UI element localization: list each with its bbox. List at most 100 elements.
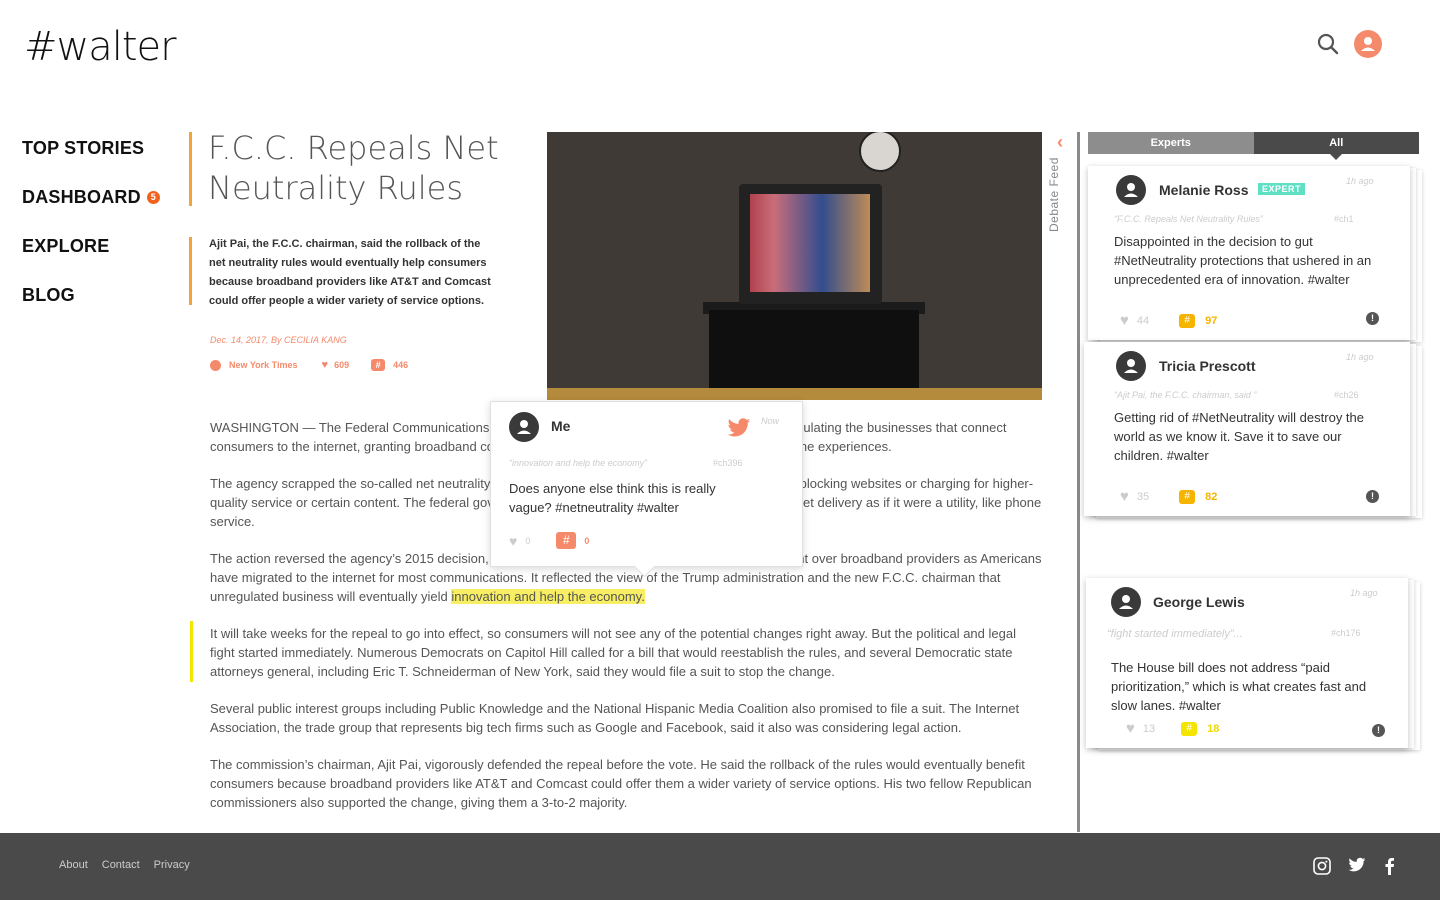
popup-hash-count: 0 bbox=[584, 535, 590, 546]
card-quote: “F.C.C. Repeals Net Neutrality Rules” bbox=[1114, 214, 1263, 224]
app-logo[interactable]: #walter bbox=[24, 24, 177, 70]
feed-card[interactable]: George Lewis 1h ago “fight started immed… bbox=[1086, 578, 1408, 748]
tv-screen bbox=[750, 194, 870, 292]
report-icon[interactable]: ! bbox=[1366, 312, 1379, 325]
card-hash-count: 82 bbox=[1205, 490, 1218, 503]
card-quote: “Ajit Pai, the F.C.C. chairman, said ” bbox=[1114, 390, 1257, 400]
card-actions: ♥ 13 # 18 bbox=[1126, 720, 1219, 737]
twitter-icon[interactable] bbox=[1348, 857, 1368, 875]
user-avatar-icon[interactable] bbox=[1354, 30, 1382, 58]
card-likes: 13 bbox=[1142, 722, 1156, 735]
article-hero-image bbox=[547, 132, 1042, 400]
user-avatar-icon bbox=[509, 412, 539, 442]
card-timestamp: 1h ago bbox=[1350, 588, 1378, 598]
summary-accent-bar bbox=[189, 237, 192, 305]
nav-dashboard[interactable]: DASHBOARD 5 bbox=[22, 185, 160, 209]
search-icon[interactable] bbox=[1316, 32, 1340, 56]
article-title: F.C.C. Repeals Net Neutrality Rules bbox=[208, 129, 499, 207]
paragraph: The commission’s chairman, Ajit Pai, vig… bbox=[210, 757, 1032, 810]
popup-timestamp: Now bbox=[761, 416, 780, 426]
wall-clock bbox=[859, 132, 901, 172]
article-likes: 609 bbox=[334, 360, 350, 370]
main-nav: TOP STORIES DASHBOARD 5 EXPLORE BLOG bbox=[22, 136, 160, 332]
footer-links: About Contact Privacy bbox=[59, 859, 204, 871]
instagram-icon[interactable] bbox=[1313, 857, 1333, 875]
paragraph: Several public interest groups including… bbox=[210, 701, 1020, 735]
nav-blog[interactable]: BLOG bbox=[22, 283, 160, 307]
tab-experts[interactable]: Experts bbox=[1088, 132, 1254, 154]
table-cloth bbox=[709, 310, 919, 400]
card-text: The House bill does not address “paid pr… bbox=[1111, 660, 1367, 713]
article-byline: Dec. 14, 2017, By CECILIA KANG bbox=[210, 335, 347, 345]
globe-icon bbox=[210, 359, 221, 371]
facebook-icon[interactable] bbox=[1383, 857, 1403, 875]
card-channel[interactable]: #ch176 bbox=[1331, 628, 1361, 638]
chevron-left-icon[interactable]: ‹ bbox=[1057, 132, 1063, 153]
article-summary: Ajit Pai, the F.C.C. chairman, said the … bbox=[209, 238, 491, 307]
card-user-name[interactable]: Tricia Prescott bbox=[1159, 358, 1256, 374]
card-timestamp: 1h ago bbox=[1346, 176, 1374, 186]
report-icon[interactable]: ! bbox=[1366, 490, 1379, 503]
card-likes: 35 bbox=[1136, 490, 1150, 503]
nav-top-stories[interactable]: TOP STORIES bbox=[22, 136, 160, 160]
social-icons bbox=[1313, 857, 1418, 875]
paragraph: It will take weeks for the repeal to go … bbox=[210, 626, 1016, 679]
feed-card[interactable]: Tricia Prescott 1h ago “Ajit Pai, the F.… bbox=[1084, 342, 1410, 516]
popup-comment-text: Does anyone else think this is really va… bbox=[509, 481, 716, 515]
popup-channel[interactable]: #ch396 bbox=[713, 458, 743, 468]
card-actions: ♥ 44 # 97 bbox=[1120, 312, 1217, 329]
feed-divider bbox=[1077, 132, 1080, 832]
article-meta: New York Times ♥ 609 # 446 bbox=[210, 359, 408, 371]
highlighted-text[interactable]: innovation and help the economy. bbox=[451, 589, 645, 604]
footer-privacy-link[interactable]: Privacy bbox=[154, 859, 190, 871]
hash-icon[interactable]: # bbox=[1181, 721, 1198, 736]
nav-explore[interactable]: EXPLORE bbox=[22, 234, 160, 258]
card-user-name[interactable]: Melanie Ross bbox=[1159, 182, 1248, 198]
quote-accent-bar bbox=[190, 621, 193, 682]
heart-icon[interactable]: ♥ bbox=[1120, 488, 1129, 505]
card-likes: 44 bbox=[1136, 314, 1150, 327]
article-hashes: 446 bbox=[393, 360, 409, 370]
nav-explore-label: EXPLORE bbox=[22, 235, 110, 256]
footer: About Contact Privacy bbox=[0, 833, 1440, 900]
feed-card[interactable]: Melanie Ross EXPERT 1h ago “F.C.C. Repea… bbox=[1088, 166, 1410, 340]
hash-icon[interactable]: # bbox=[1179, 489, 1196, 504]
hash-icon[interactable]: # bbox=[371, 359, 386, 371]
title-accent-bar bbox=[189, 132, 192, 206]
nav-dashboard-label: DASHBOARD bbox=[22, 186, 141, 207]
twitter-icon[interactable] bbox=[727, 418, 751, 443]
comment-popup[interactable]: Me Now “innovation and help the economy”… bbox=[490, 401, 803, 567]
card-quote: “fight started immediately”... bbox=[1107, 628, 1243, 640]
card-actions: ♥ 35 # 82 bbox=[1120, 488, 1217, 505]
card-channel[interactable]: #ch26 bbox=[1334, 390, 1359, 400]
popup-actions: ♥ 0 # 0 bbox=[509, 532, 589, 549]
notification-badge: 5 bbox=[146, 190, 160, 204]
card-channel[interactable]: #ch1 bbox=[1334, 214, 1354, 224]
heart-icon[interactable]: ♥ bbox=[1126, 720, 1135, 737]
television bbox=[739, 184, 882, 304]
article-source[interactable]: New York Times bbox=[229, 360, 298, 370]
report-icon[interactable]: ! bbox=[1372, 724, 1385, 737]
heart-icon[interactable]: ♥ bbox=[322, 359, 329, 371]
user-avatar-icon bbox=[1116, 351, 1146, 381]
hash-icon[interactable]: # bbox=[1179, 313, 1196, 328]
card-hash-count: 97 bbox=[1205, 314, 1218, 327]
hash-icon[interactable]: # bbox=[556, 532, 577, 549]
footer-contact-link[interactable]: Contact bbox=[102, 859, 140, 871]
nav-blog-label: BLOG bbox=[22, 284, 75, 305]
heart-icon[interactable]: ♥ bbox=[509, 533, 517, 549]
tab-all[interactable]: All bbox=[1253, 132, 1419, 160]
card-timestamp: 1h ago bbox=[1346, 352, 1374, 362]
popup-user-name: Me bbox=[551, 418, 571, 434]
card-text: Disappointed in the decision to gut #Net… bbox=[1114, 234, 1372, 287]
feed-tabs: Experts All bbox=[1088, 132, 1419, 160]
user-avatar-icon bbox=[1116, 175, 1146, 205]
card-text: Getting rid of #NetNeutrality will destr… bbox=[1114, 410, 1364, 463]
nav-top-stories-label: TOP STORIES bbox=[22, 137, 145, 158]
user-avatar-icon bbox=[1111, 587, 1141, 617]
heart-icon[interactable]: ♥ bbox=[1120, 312, 1129, 329]
expert-badge: EXPERT bbox=[1258, 183, 1306, 195]
debate-feed-label: Debate Feed bbox=[1047, 157, 1061, 232]
card-user-name[interactable]: George Lewis bbox=[1153, 594, 1245, 610]
footer-about-link[interactable]: About bbox=[59, 859, 88, 871]
